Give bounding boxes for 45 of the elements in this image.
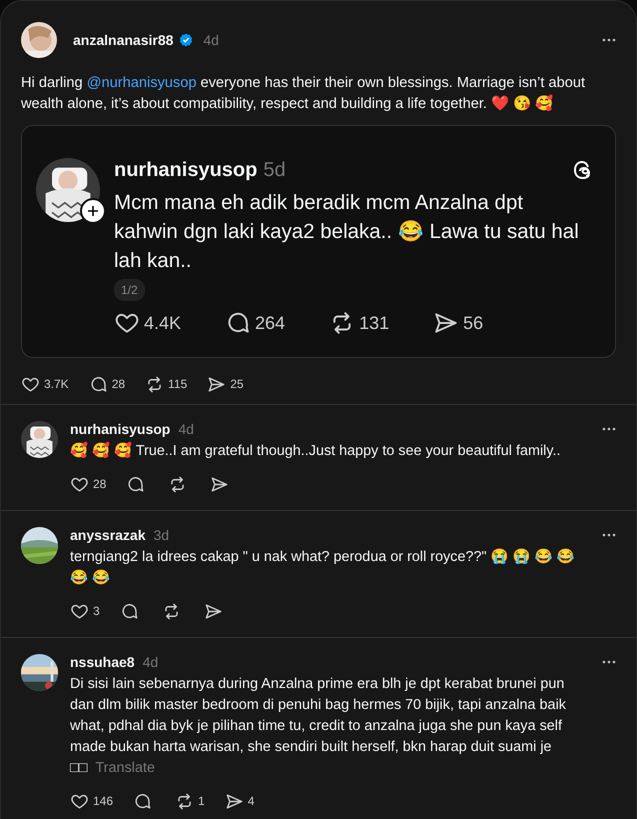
paper-plane-icon[interactable] xyxy=(210,474,230,494)
count: 264 xyxy=(255,312,286,334)
paper-plane-icon[interactable] xyxy=(204,602,223,620)
more-icon[interactable] xyxy=(602,427,616,431)
more-icon[interactable] xyxy=(602,660,616,664)
count: 56 xyxy=(463,312,484,334)
count: 28 xyxy=(112,377,126,391)
quoted-post-card[interactable]: nurhanisyusop 5d Mcm mana eh adik beradik mcm Anzalna dpt kahwin dgn laki kaya2 belaka.. 😂 Lawa tu satu hal lah kan.. 1/2 4.4K 264 131 56 xyxy=(21,125,616,358)
mention-link[interactable]: @nurhanisyusop xyxy=(86,75,196,91)
count: 3.7K xyxy=(44,377,69,391)
paper-plane-icon[interactable] xyxy=(207,374,226,394)
count: 146 xyxy=(93,794,114,808)
speech-bubble-icon[interactable] xyxy=(88,374,108,394)
count: 25 xyxy=(230,377,244,391)
page-indicator: 1/2 xyxy=(114,279,145,301)
count: 3 xyxy=(93,604,100,618)
username[interactable]: nssuhae8 xyxy=(70,654,135,670)
translate-link[interactable]: Translate xyxy=(95,760,155,776)
timestamp: 4d xyxy=(178,421,194,437)
username[interactable]: anyssrazak xyxy=(70,527,146,543)
speech-bubble-icon[interactable] xyxy=(133,792,152,810)
speech-bubble-icon[interactable] xyxy=(120,602,139,620)
speech-bubble-icon[interactable] xyxy=(126,474,146,494)
paper-plane-icon[interactable] xyxy=(224,792,244,810)
username[interactable]: nurhanisyusop xyxy=(70,421,170,437)
count: 131 xyxy=(359,312,390,334)
timestamp: 4d xyxy=(203,32,219,48)
count: 115 xyxy=(168,377,188,391)
reply-text: terngiang2 la idrees cakap " u nak what? perodua or roll royce??" 😭 😭 😂 😂 😂 😂 xyxy=(70,548,576,588)
reply-text: Di sisi lain sebenarnya during Anzalna prime era blh je dpt kerabat brunei pun dan dlm bilik master bedroom di penuhi bag hermes 70 bijik, tapi anzalna baik what, pdhal dia byk je pilihan time tu, credit to anzalna juga she pun kaya self made bukan harta warisan, she sendiri built herself, bkn harap duit suami je □□ Translate xyxy=(70,675,567,778)
more-icon[interactable] xyxy=(602,533,616,537)
count: 4.4K xyxy=(144,312,182,334)
count: 28 xyxy=(93,477,106,491)
reply-text: 🥰 🥰 🥰 True..I am grateful though..Just happy to see your beautiful family.. xyxy=(70,441,562,461)
timestamp: 5d xyxy=(263,158,286,182)
username[interactable]: nurhanisyusop xyxy=(114,158,258,182)
timestamp: 4d xyxy=(142,654,158,670)
quoted-post-text: Mcm mana eh adik beradik mcm Anzalna dpt kahwin dgn laki kaya2 belaka.. 😂 Lawa tu satu hal lah kan.. xyxy=(114,190,580,274)
count: 4 xyxy=(248,794,254,808)
username[interactable]: anzalnanasir88 xyxy=(73,32,174,48)
count: 1 xyxy=(198,794,205,808)
timestamp: 3d xyxy=(154,527,170,543)
post-text: Hi darling @nurhanisyusop everyone has their their own blessings. Marriage isn’t about wealth alone, it’s about compatibility, respect and building a life together. ❤ 😘 🥰 xyxy=(21,74,586,114)
more-icon[interactable] xyxy=(602,38,616,42)
plus-icon xyxy=(87,205,99,217)
